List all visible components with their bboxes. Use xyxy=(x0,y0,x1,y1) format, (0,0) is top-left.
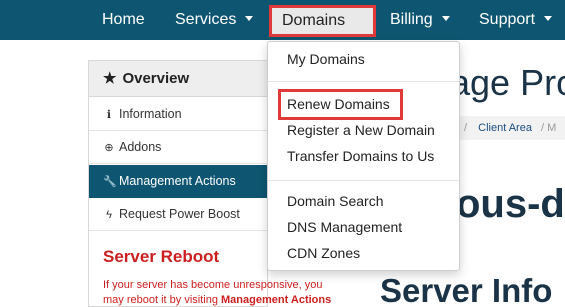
sidebar-item-information[interactable]: ℹ Information xyxy=(89,98,267,131)
page: Home Services Domains Billing Support ★ O… xyxy=(0,0,565,307)
top-navbar: Home Services Domains Billing Support xyxy=(0,0,565,40)
bolt-icon: ϟ xyxy=(106,209,112,221)
management-actions-link[interactable]: Management Actions xyxy=(221,294,331,306)
menu-item-transfer-domains[interactable]: Transfer Domains to Us xyxy=(287,148,434,164)
nav-billing[interactable]: Billing xyxy=(390,0,450,40)
breadcrumb: / Client Area / M xyxy=(458,116,565,140)
chevron-down-icon xyxy=(441,16,450,22)
nav-services-label: Services xyxy=(175,11,237,28)
nav-home-label: Home xyxy=(102,11,145,28)
menu-item-renew-domains[interactable]: Renew Domains xyxy=(287,96,390,112)
nav-support-label: Support xyxy=(479,11,536,28)
sidebar-title: Overview xyxy=(122,70,190,87)
sidebar-item-label: Request Power Boost xyxy=(119,207,240,221)
nav-domains[interactable]: Domains xyxy=(269,5,376,37)
sidebar-header: ★ Overview xyxy=(89,61,267,97)
nav-support[interactable]: Support xyxy=(479,0,553,40)
server-hostname: ous-de xyxy=(456,182,565,226)
breadcrumb-tail: / M xyxy=(541,122,557,134)
nav-services[interactable]: Services xyxy=(175,0,254,40)
server-info-title: Server Info xyxy=(380,272,553,307)
sidebar-panel: ★ Overview ℹ Information ⊕ Addons 🔧 Manageme… xyxy=(88,60,331,307)
sidebar-item-label: Management Actions xyxy=(119,174,236,188)
menu-item-dns-management[interactable]: DNS Management xyxy=(287,219,402,235)
sidebar-item-label: Addons xyxy=(119,140,162,154)
nav-home[interactable]: Home xyxy=(102,0,145,40)
breadcrumb-separator: / xyxy=(464,122,468,134)
chevron-down-icon xyxy=(245,16,254,22)
star-icon: ★ xyxy=(103,70,117,87)
chevron-down-icon xyxy=(544,16,553,22)
menu-divider xyxy=(268,81,459,82)
menu-item-register-domain[interactable]: Register a New Domain xyxy=(287,122,435,138)
sidebar-item-management-actions[interactable]: 🔧 Management Actions xyxy=(89,165,267,198)
menu-divider xyxy=(268,180,459,181)
sidebar-item-request-power-boost[interactable]: ϟ Request Power Boost xyxy=(89,198,267,231)
server-reboot-text: If your server has become unresponsive, … xyxy=(103,278,343,307)
page-title: age Pro xyxy=(450,62,565,103)
server-reboot-title: Server Reboot xyxy=(103,247,220,266)
menu-item-my-domains[interactable]: My Domains xyxy=(287,51,365,67)
nav-billing-label: Billing xyxy=(390,11,433,28)
info-circle-icon: ℹ xyxy=(106,109,112,121)
nav-domains-label: Domains xyxy=(282,12,346,29)
menu-item-cdn-zones[interactable]: CDN Zones xyxy=(287,245,360,261)
domains-dropdown-menu: My Domains Renew Domains Register a New … xyxy=(267,41,460,271)
sidebar-item-addons[interactable]: ⊕ Addons xyxy=(89,131,267,164)
breadcrumb-client-area[interactable]: Client Area xyxy=(478,122,532,134)
menu-item-domain-search[interactable]: Domain Search xyxy=(287,193,384,209)
plus-circle-icon: ⊕ xyxy=(104,142,114,154)
wrench-icon: 🔧 xyxy=(103,176,117,188)
sidebar-item-label: Information xyxy=(119,107,182,121)
